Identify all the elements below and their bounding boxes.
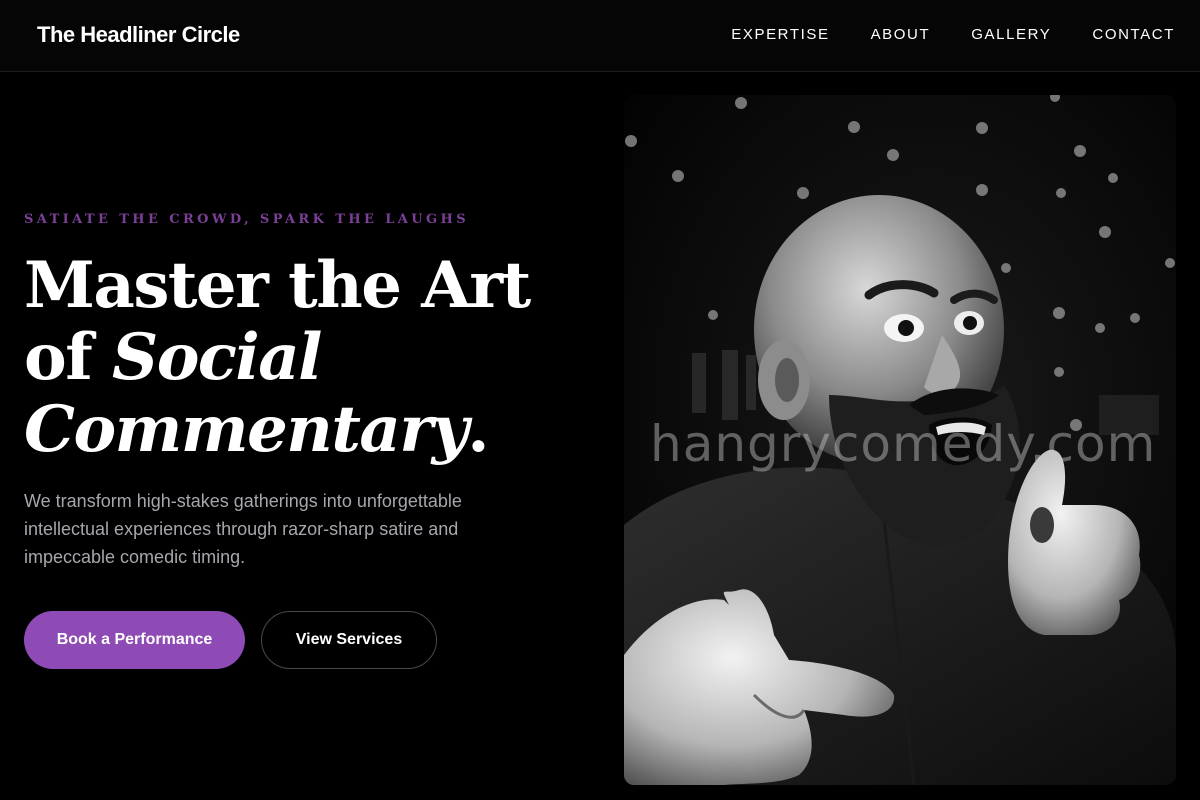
headline-line-3: Commentary. [24,394,584,466]
nav-link-contact[interactable]: CONTACT [1092,26,1175,44]
headline-italic-text: Commentary [24,392,469,467]
headline-line-1: Master the Art [24,248,531,323]
headline-line-2: of Social [24,322,584,394]
nav-link-expertise[interactable]: EXPERTISE [731,26,829,44]
headline-italic-text: Social [112,320,322,395]
comedian-photo: hangrycomedy.com [624,95,1176,785]
nav-link-gallery[interactable]: GALLERY [971,26,1051,44]
headline-plain-text: of [24,320,112,395]
view-services-button[interactable]: View Services [261,611,437,669]
main-nav: EXPERTISE ABOUT GALLERY CONTACT [731,26,1175,44]
nav-link-about[interactable]: ABOUT [871,26,931,44]
comedian-photo-art [624,95,1176,785]
book-performance-button[interactable]: Book a Performance [24,611,245,669]
site-header: The Headliner Circle EXPERTISE ABOUT GAL… [0,0,1200,72]
hero-eyebrow: SATIATE THE CROWD, SPARK THE LAUGHS [24,212,469,227]
brand-logo[interactable]: The Headliner Circle [37,22,240,48]
hero-description: We transform high-stakes gatherings into… [24,491,462,567]
headline-period: . [467,392,489,467]
hero-headline: Master the Art of Social Commentary. [24,250,584,466]
